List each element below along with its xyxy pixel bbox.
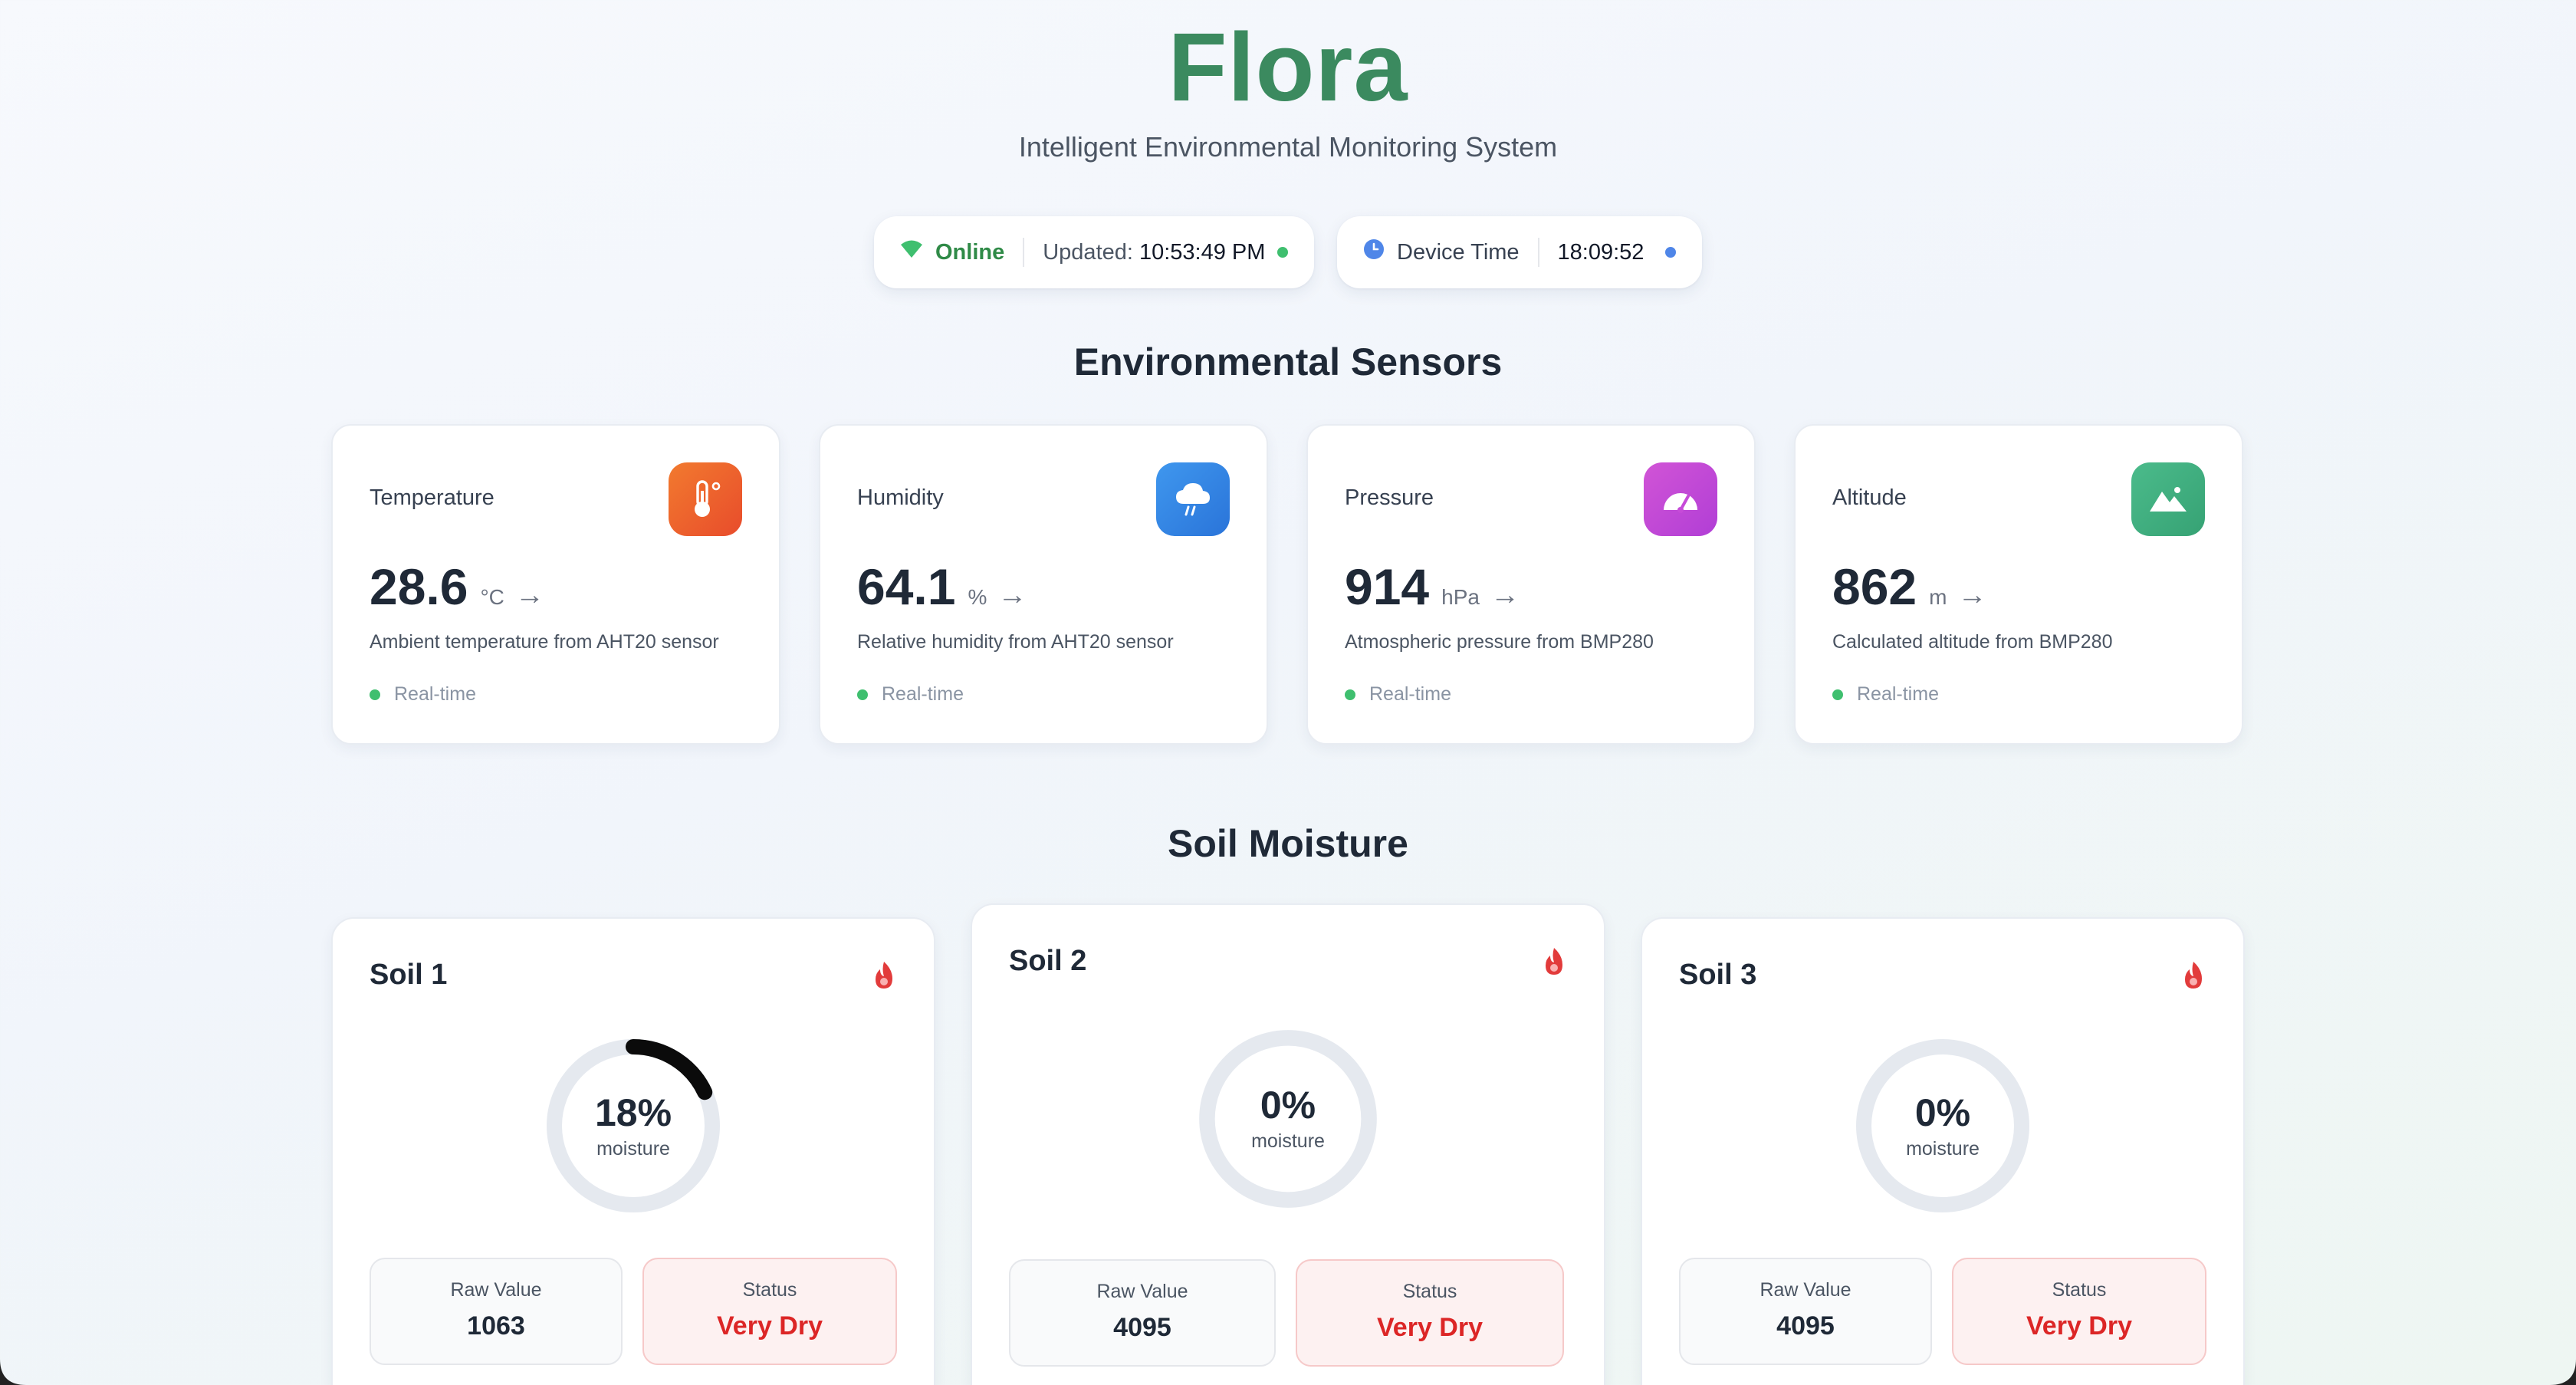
sensor-label: Altitude (1832, 485, 1907, 510)
window-corner (2550, 1359, 2576, 1385)
raw-value-box: Raw Value 4095 (1679, 1258, 1932, 1365)
live-dot-icon (1345, 689, 1355, 700)
realtime-label: Real-time (1857, 683, 1939, 705)
sensor-description: Atmospheric pressure from BMP280 (1345, 631, 1654, 653)
status-label: Status (2052, 1279, 2107, 1301)
soil-title: Soil 1 (370, 959, 448, 991)
sensor-unit: hPa (1441, 585, 1480, 609)
sensor-unit: °C (480, 585, 504, 609)
realtime-label: Real-time (394, 683, 476, 705)
status-box: Status Very Dry (1952, 1258, 2206, 1365)
moisture-label: moisture (1251, 1130, 1325, 1152)
realtime-indicator: Real-time (1832, 683, 1939, 706)
cloud-rain-icon (1156, 462, 1230, 536)
realtime-label: Real-time (882, 683, 964, 705)
window-corner (0, 1359, 26, 1385)
app-title: Flora (1168, 13, 1408, 121)
online-label: Online (935, 239, 1005, 265)
divider (1537, 238, 1539, 267)
soil-title: Soil 3 (1679, 959, 1757, 991)
sensor-unit: m (1929, 585, 1947, 609)
status-box: Status Very Dry (1296, 1259, 1564, 1367)
realtime-indicator: Real-time (857, 683, 964, 706)
sensor-label: Humidity (857, 485, 944, 510)
moisture-percent: 0% (1914, 1091, 1971, 1134)
sensor-description: Relative humidity from AHT20 sensor (857, 631, 1174, 653)
moisture-percent: 0% (1260, 1084, 1316, 1127)
flame-icon (2180, 960, 2206, 995)
sensor-description: Ambient temperature from AHT20 sensor (370, 631, 719, 653)
sensor-value: 64.1 (857, 558, 956, 615)
device-dot (1665, 247, 1676, 258)
device-time-label: Device Time (1397, 239, 1520, 265)
environmental-section-title: Environmental Sensors (1073, 340, 1503, 383)
status-box: Status Very Dry (642, 1258, 897, 1365)
moisture-label: moisture (596, 1138, 670, 1160)
raw-value-label: Raw Value (450, 1279, 542, 1301)
sensor-value: 28.6 (370, 558, 468, 615)
clock-icon (1363, 239, 1385, 266)
sensor-description: Calculated altitude from BMP280 (1832, 631, 2113, 653)
sensor-card-humidity[interactable]: Humidity 64.1 % → Relative humidity from… (819, 424, 1268, 745)
sensor-card-altitude[interactable]: Altitude 862 m → Calculated altitude fro… (1794, 424, 2243, 745)
divider (1023, 238, 1025, 267)
realtime-indicator: Real-time (370, 683, 476, 706)
live-dot-icon (1832, 689, 1843, 700)
sensor-card-temperature[interactable]: Temperature 28.6 °C → Ambient temperatur… (331, 424, 780, 745)
sensor-label: Pressure (1345, 485, 1434, 510)
updated-label: Updated: (1043, 239, 1133, 265)
realtime-label: Real-time (1369, 683, 1451, 705)
trend-arrow-icon: → (514, 579, 544, 611)
moisture-label: moisture (1906, 1138, 1980, 1160)
soil-card-2[interactable]: Soil 2 0% moisture Raw Value 4095 Status… (971, 903, 1605, 1385)
mountain-icon (2131, 462, 2205, 536)
flame-icon (1541, 946, 1567, 981)
raw-value: 1063 (467, 1311, 525, 1341)
status-value: Very Dry (1377, 1313, 1483, 1342)
trend-arrow-icon: → (1490, 579, 1520, 611)
sensor-unit: % (968, 585, 987, 609)
live-dot-icon (857, 689, 868, 700)
trend-arrow-icon: → (1957, 579, 1987, 611)
updated-time: 10:53:49 PM (1138, 239, 1266, 265)
device-time-value: 18:09:52 (1557, 239, 1644, 265)
status-label: Status (1402, 1281, 1457, 1302)
raw-value-label: Raw Value (1760, 1279, 1852, 1301)
raw-value: 4095 (1776, 1311, 1835, 1341)
status-label: Status (742, 1279, 797, 1301)
sensor-label: Temperature (370, 485, 495, 510)
dashboard-page: Flora Intelligent Environmental Monitori… (0, 0, 2576, 1385)
raw-value-label: Raw Value (1096, 1281, 1188, 1302)
raw-value-box: Raw Value 4095 (1009, 1259, 1276, 1367)
status-value: Very Dry (717, 1311, 823, 1341)
raw-value: 4095 (1113, 1313, 1171, 1342)
connection-status-pill: Online Updated: 10:53:49 PM (874, 216, 1314, 288)
realtime-indicator: Real-time (1345, 683, 1451, 706)
live-dot-icon (370, 689, 380, 700)
thermometer-icon (669, 462, 742, 536)
trend-arrow-icon: → (997, 579, 1027, 611)
raw-value-box: Raw Value 1063 (370, 1258, 623, 1365)
soil-section-title: Soil Moisture (1168, 822, 1408, 865)
sensor-card-pressure[interactable]: Pressure 914 hPa → Atmospheric pressure … (1306, 424, 1756, 745)
moisture-percent: 18% (594, 1091, 672, 1134)
soil-card-1[interactable]: Soil 1 18% moisture Raw Value 1063 Statu… (331, 917, 935, 1385)
device-time-pill: Device Time 18:09:52 (1337, 216, 1702, 288)
sensor-value: 862 (1832, 558, 1917, 615)
app-subtitle: Intelligent Environmental Monitoring Sys… (1018, 131, 1558, 163)
wifi-icon (900, 239, 923, 265)
gauge-icon (1644, 462, 1717, 536)
soil-card-3[interactable]: Soil 3 0% moisture Raw Value 4095 Status… (1641, 917, 2245, 1385)
online-dot (1277, 247, 1288, 258)
sensor-value: 914 (1345, 558, 1430, 615)
status-value: Very Dry (2026, 1311, 2132, 1341)
soil-title: Soil 2 (1009, 945, 1087, 977)
flame-icon (871, 960, 897, 995)
